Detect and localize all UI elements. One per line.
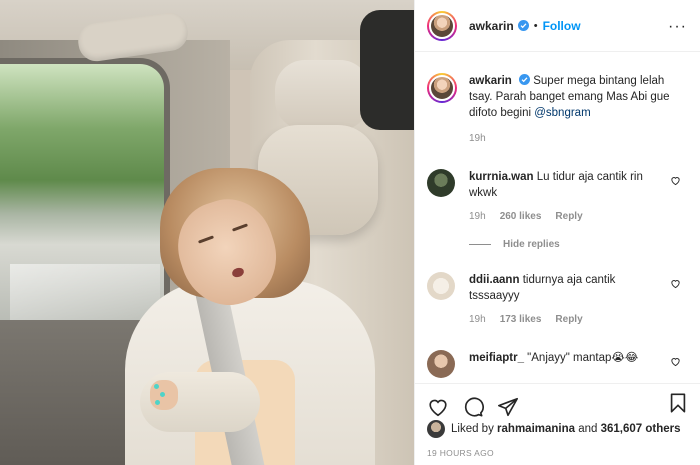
header-separator: • [533, 19, 538, 32]
comment-username[interactable]: ddii.aann [469, 274, 519, 286]
reply-button[interactable]: Reply [555, 209, 582, 225]
comment-meta: 19h 173 likes Reply [469, 312, 669, 328]
commenter-avatar[interactable] [427, 169, 455, 197]
photo-nail [160, 392, 165, 397]
verified-badge-icon [517, 20, 529, 31]
comment-item: ddii.aann tidurnya aja cantik tsssaayyy … [427, 272, 689, 328]
caption-avatar[interactable] [427, 73, 457, 103]
comment-username[interactable]: meifiaptr_ [469, 352, 524, 364]
comment-item: kurrnia.wan Lu tidur aja cantik rin wkwk… [427, 169, 689, 225]
comment-timestamp[interactable]: 19h [469, 312, 486, 328]
comment-meta: 19h 260 likes Reply [469, 209, 669, 225]
heart-icon[interactable] [670, 278, 681, 289]
comment-username[interactable]: kurrnia.wan [469, 171, 534, 183]
hide-replies-button[interactable]: Hide replies [469, 239, 689, 250]
caption-username[interactable]: awkarin [469, 75, 512, 87]
instagram-post-view: awkarin • Follow ··· awkarin Super mega … [0, 0, 700, 465]
caption: awkarin Super mega bintang lelah tsay. P… [427, 73, 689, 147]
photo-bag [360, 10, 414, 130]
reply-button[interactable]: Reply [555, 312, 582, 328]
author-username[interactable]: awkarin [469, 19, 514, 33]
post-action-bar [415, 383, 700, 421]
comment-timestamp[interactable]: 19h [469, 209, 486, 225]
caption-mention-link[interactable]: @sbngram [534, 107, 590, 119]
comment-icon[interactable] [462, 396, 484, 418]
comments-list[interactable]: awkarin Super mega bintang lelah tsay. P… [415, 53, 700, 383]
comment-likes[interactable]: 173 likes [500, 312, 542, 328]
liker-username[interactable]: rahmaimanina [497, 423, 575, 435]
post-photo[interactable] [0, 0, 414, 465]
bookmark-icon[interactable] [667, 392, 689, 414]
comment-item: meifiaptr_ "Anjayy" mantap😭😂 [427, 350, 689, 378]
photo-rear-headrest [275, 60, 370, 130]
author-avatar[interactable] [427, 10, 457, 41]
caption-timestamp[interactable]: 19h [469, 131, 679, 147]
verified-badge-icon [519, 74, 531, 85]
comment-text: "Anjayy" mantap😭😂 [527, 352, 639, 364]
likes-summary: Liked by rahmaimanina and 361,607 others [427, 420, 681, 438]
post-header: awkarin • Follow ··· [415, 0, 700, 52]
post-date[interactable]: 19 HOURS AGO [427, 448, 494, 458]
heart-icon[interactable] [670, 356, 681, 367]
heart-icon[interactable] [670, 175, 681, 186]
commenter-avatar[interactable] [427, 272, 455, 300]
heart-icon[interactable] [427, 396, 449, 418]
photo-nail [155, 400, 160, 405]
more-icon[interactable]: ··· [668, 18, 687, 36]
comment-likes[interactable]: 260 likes [500, 209, 542, 225]
liker-avatar[interactable] [427, 420, 445, 438]
commenter-avatar[interactable] [427, 350, 455, 378]
share-icon[interactable] [497, 396, 519, 418]
follow-button[interactable]: Follow [543, 19, 581, 33]
photo-car-window [0, 58, 170, 334]
post-side-panel: awkarin • Follow ··· awkarin Super mega … [414, 0, 700, 465]
likes-count[interactable]: 361,607 others [601, 423, 681, 435]
photo-nail [154, 384, 159, 389]
